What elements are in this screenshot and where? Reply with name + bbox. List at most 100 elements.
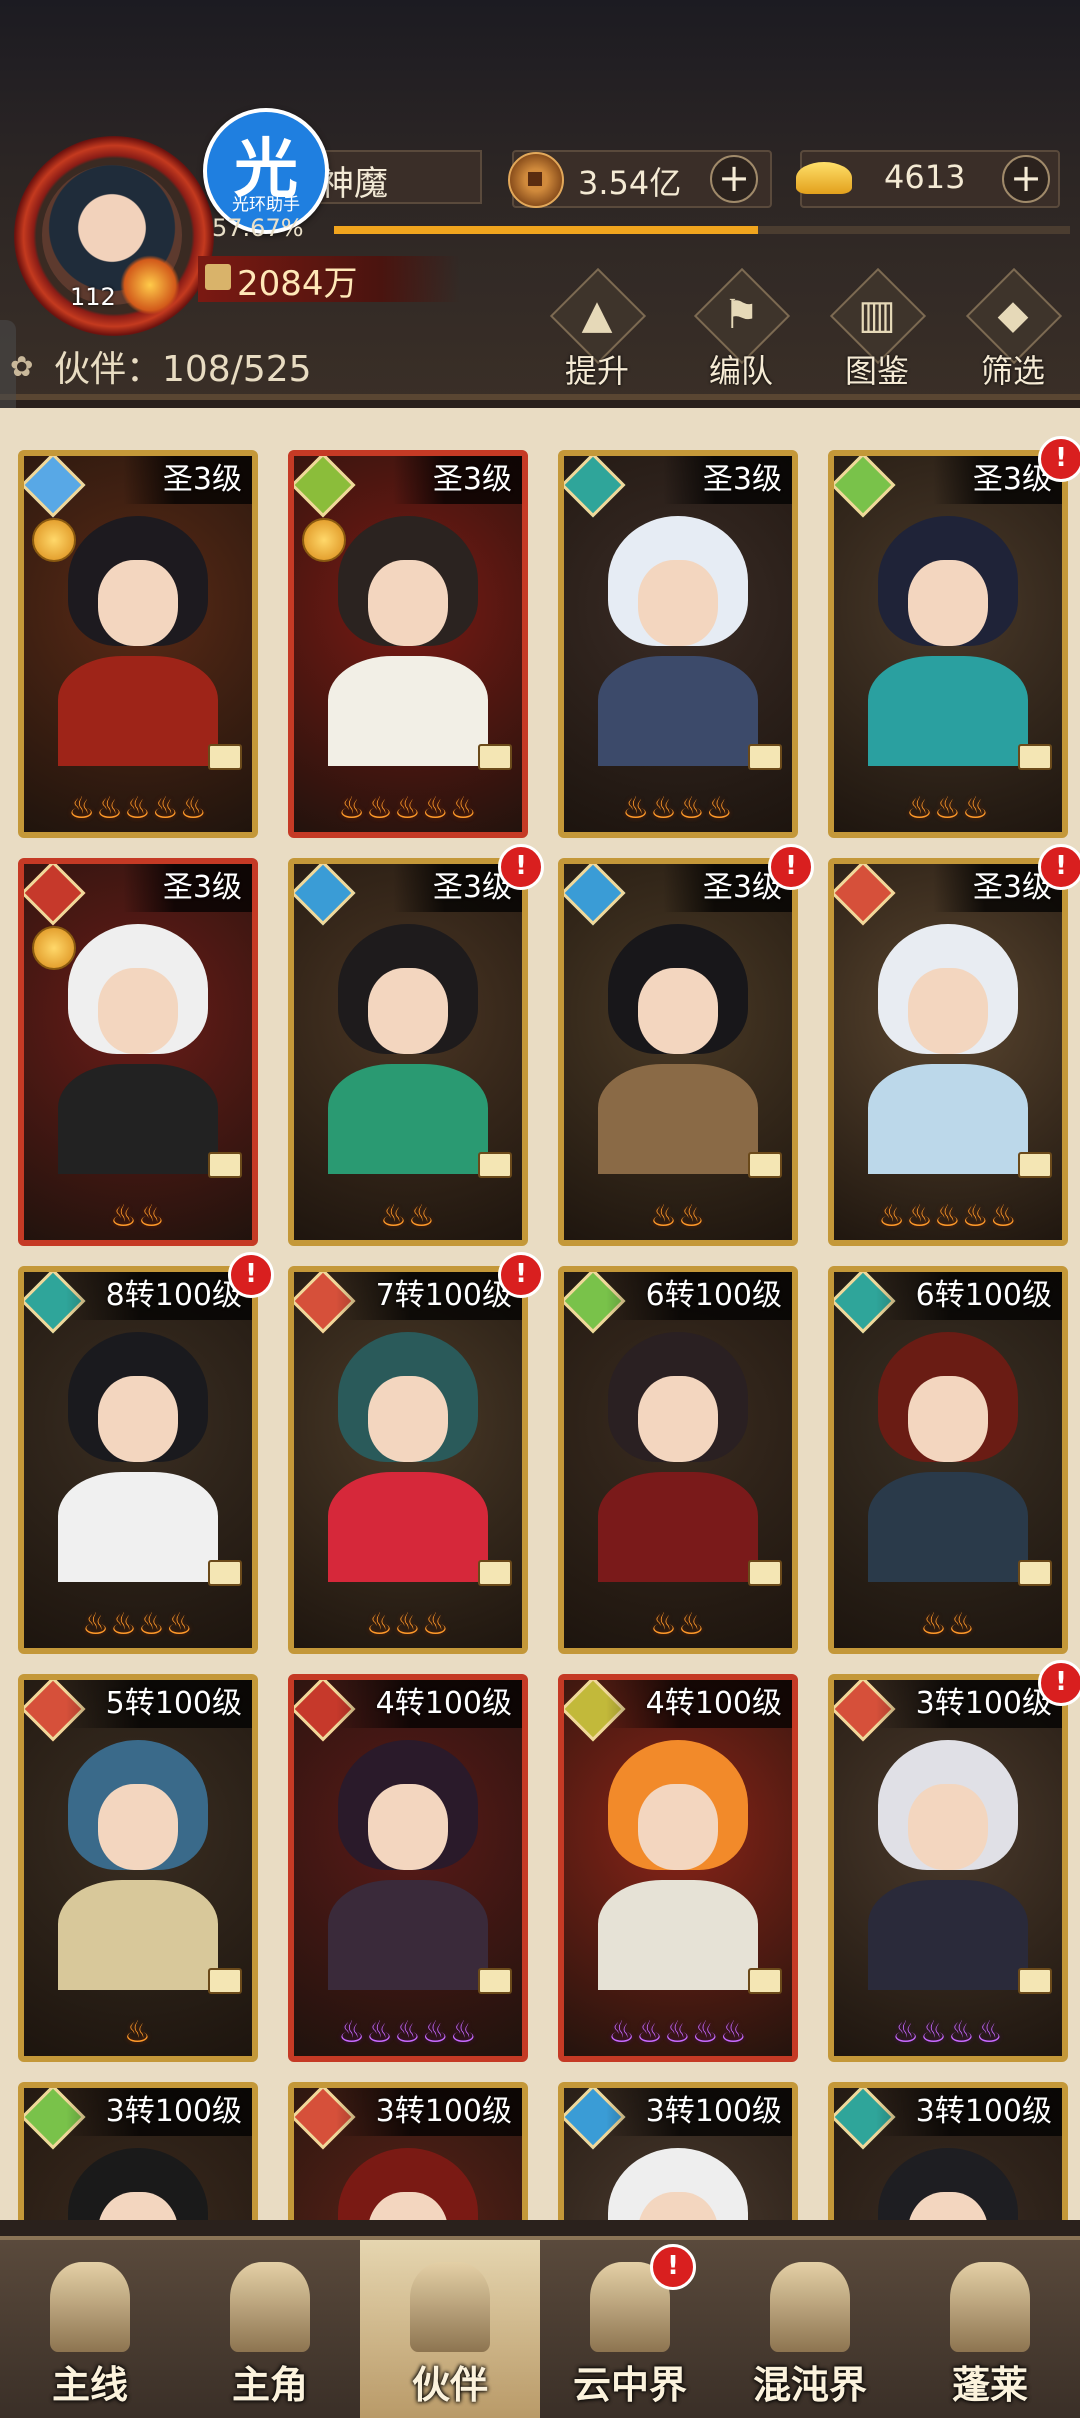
element-diamond: [564, 456, 626, 518]
partner-portrait: [58, 1740, 218, 1990]
partner-portrait: [598, 516, 758, 766]
partner-portrait: [598, 2148, 758, 2220]
bottom-nav: 主线 主角 伙伴 云中界! 混沌界 蓬莱: [0, 2236, 1080, 2418]
action-label: 筛选: [980, 352, 1045, 390]
partner-card[interactable]: 圣3级 ♨♨♨♨: [558, 450, 798, 838]
equipment-icon: [1018, 1968, 1052, 1994]
equipment-icon: [748, 1560, 782, 1586]
partner-portrait: [868, 924, 1028, 1174]
main-quest-icon: [50, 2262, 130, 2352]
partner-portrait: [328, 1740, 488, 1990]
chaos-realm-icon: [770, 2262, 850, 2352]
partner-card[interactable]: 3转100级: [18, 2082, 258, 2220]
partner-card[interactable]: 圣3级 ♨♨♨♨♨: [18, 450, 258, 838]
card-level: 3转100级: [65, 2088, 252, 2136]
partner-card[interactable]: 圣3级 ♨♨♨: [828, 450, 1068, 838]
partner-card[interactable]: 圣3级 ♨♨♨♨♨: [288, 450, 528, 838]
equipment-icon: [478, 1968, 512, 1994]
add-ingots-button[interactable]: +: [1002, 155, 1050, 203]
nav-tab-cloud-realm[interactable]: 云中界!: [540, 2240, 720, 2418]
nav-label: 混沌界: [752, 2363, 867, 2407]
element-icon: [24, 864, 86, 926]
upgrade-icon: ▲: [581, 292, 613, 338]
star-flames: ♨♨♨: [366, 1607, 450, 1642]
star-flames: ♨♨: [110, 1199, 166, 1234]
partner-portrait: [58, 924, 218, 1174]
partner-portrait: [328, 516, 488, 766]
portrait-outfit: [328, 656, 488, 766]
alert-badge-icon: !: [498, 844, 544, 890]
partner-card[interactable]: 3转100级 ♨♨♨♨: [828, 1674, 1068, 2062]
portrait-outfit: [868, 1472, 1028, 1582]
star-flames: ♨♨♨: [906, 791, 990, 826]
equipment-icon: [748, 744, 782, 770]
partner-portrait: [868, 1740, 1028, 1990]
nav-tab-hero[interactable]: 主角: [180, 2240, 360, 2418]
partner-card[interactable]: 3转100级: [558, 2082, 798, 2220]
action-button-formation[interactable]: ⚑ 编队: [686, 267, 796, 390]
portrait-face: [638, 1784, 718, 1870]
star-flames: ♨♨♨♨: [622, 791, 734, 826]
nav-tab-chaos-realm[interactable]: 混沌界: [720, 2240, 900, 2418]
formation-icon: ⚑: [723, 292, 759, 338]
partner-card[interactable]: 圣3级 ♨♨: [18, 858, 258, 1246]
element-diamond: [294, 456, 356, 518]
partner-portrait: [598, 1740, 758, 1990]
badge-text: 光环助手: [232, 195, 300, 215]
element-diamond: [834, 456, 896, 518]
partner-card[interactable]: 圣3级 ♨♨♨♨♨: [828, 858, 1068, 1246]
action-button-filter[interactable]: ◆ 筛选: [958, 267, 1068, 390]
rank-medal-icon: [32, 926, 76, 970]
partner-portrait: [328, 1332, 488, 1582]
portrait-face: [908, 560, 988, 646]
action-button-codex[interactable]: ▥ 图鉴: [822, 267, 932, 390]
partner-card[interactable]: 8转100级 ♨♨♨♨: [18, 1266, 258, 1654]
partner-card[interactable]: 7转100级 ♨♨♨: [288, 1266, 528, 1654]
partner-portrait: [598, 924, 758, 1174]
rank-medal-icon: [32, 518, 76, 562]
card-level: 3转100级: [605, 2088, 792, 2136]
partner-card[interactable]: 6转100级 ♨♨: [828, 1266, 1068, 1654]
xp-bar: [334, 226, 1070, 234]
card-level: 7转100级: [335, 1272, 522, 1320]
portrait-outfit: [58, 1472, 218, 1582]
partner-card[interactable]: 圣3级 ♨♨: [558, 858, 798, 1246]
card-level: 4转100级: [605, 1680, 792, 1728]
card-level: 3转100级: [335, 2088, 522, 2136]
action-button-upgrade[interactable]: ▲ 提升: [542, 267, 652, 390]
partner-card[interactable]: 4转100级 ♨♨♨♨♨: [558, 1674, 798, 2062]
add-coins-button[interactable]: +: [710, 155, 758, 203]
element-diamond: [564, 864, 626, 926]
partner-card[interactable]: 3转100级: [288, 2082, 528, 2220]
partner-card[interactable]: 5转100级 ♨: [18, 1674, 258, 2062]
nav-tab-partner[interactable]: 伙伴: [360, 2240, 540, 2418]
nav-label: 主线: [51, 2363, 128, 2407]
card-level: 4转100级: [335, 1680, 522, 1728]
partner-card[interactable]: 3转100级: [828, 2082, 1068, 2220]
equipment-icon: [748, 1968, 782, 1994]
card-level: 6转100级: [875, 1272, 1062, 1320]
portrait-outfit: [598, 656, 758, 766]
partner-count: 伙伴：108/525: [54, 349, 312, 390]
partner-card[interactable]: 圣3级 ♨♨: [288, 858, 528, 1246]
element-diamond: [24, 456, 86, 518]
portrait-face: [908, 968, 988, 1054]
element-icon: [294, 864, 356, 926]
portrait-face: [98, 968, 178, 1054]
portrait-outfit: [58, 656, 218, 766]
nav-tab-main-quest[interactable]: 主线: [0, 2240, 180, 2418]
portrait-face: [908, 1784, 988, 1870]
star-flames: ♨♨♨♨♨: [338, 2015, 478, 2050]
partner-card[interactable]: 6转100级 ♨♨: [558, 1266, 798, 1654]
partner-icon: [410, 2262, 490, 2352]
codex-icon: ▥: [858, 292, 896, 338]
rank-medal-icon: [302, 518, 346, 562]
portrait-face: [368, 968, 448, 1054]
partner-portrait: [868, 2148, 1028, 2220]
partner-card[interactable]: 4转100级 ♨♨♨♨♨: [288, 1674, 528, 2062]
star-flames: ♨♨: [650, 1607, 706, 1642]
alert-badge-icon: !: [768, 844, 814, 890]
portrait-face: [368, 1376, 448, 1462]
portrait-face: [98, 560, 178, 646]
nav-tab-penglai[interactable]: 蓬莱: [900, 2240, 1080, 2418]
